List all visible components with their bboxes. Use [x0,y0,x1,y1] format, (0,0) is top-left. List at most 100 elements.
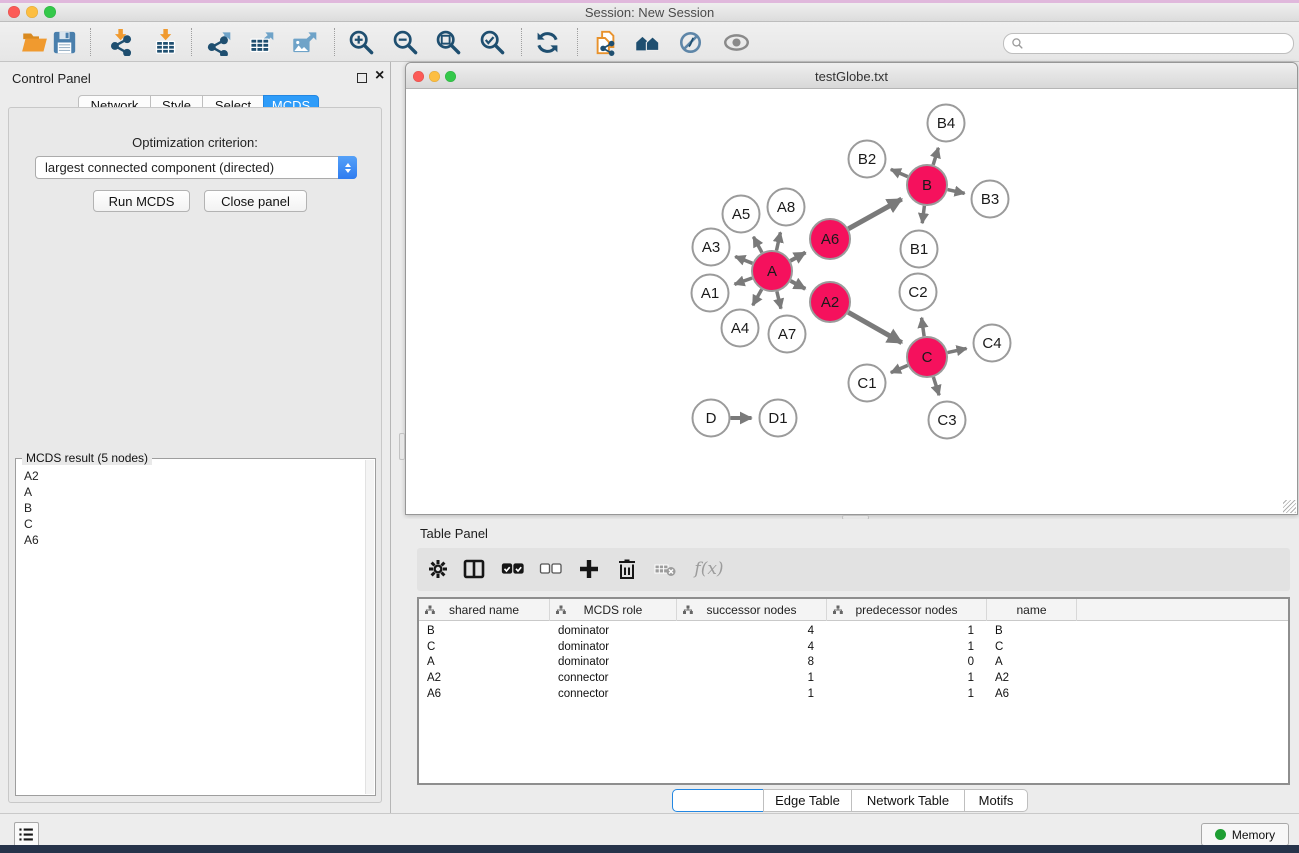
graph-node-A7[interactable]: A7 [769,316,806,353]
column-header-shared-name[interactable]: shared name [419,599,550,621]
graph-edge-A-A2[interactable] [791,281,806,289]
graph-edge-C-C3[interactable] [933,377,939,395]
graph-edge-A-A4[interactable] [753,289,762,305]
apply-layout-button[interactable] [531,26,563,58]
app-titlebar[interactable]: Session: New Session [0,3,1299,22]
import-table-button[interactable] [149,26,181,58]
graph-edge-A-A6[interactable] [790,253,805,261]
graph-node-B3[interactable]: B3 [972,181,1009,218]
run-mcds-button[interactable]: Run MCDS [93,190,190,212]
graph-node-A4[interactable]: A4 [722,310,759,347]
network-canvas[interactable]: B4 B2 B B3 A8A5 A6 A3 B1 A C2 A1 A2 A4 A7 C4 C C1 D D1 C3 [406,89,1297,514]
mcds-result-item[interactable]: B [24,501,365,517]
tab-node-table[interactable]: Node Table [672,789,764,812]
graph-node-A2[interactable]: A2 [810,282,850,322]
graph-node-A8[interactable]: A8 [768,189,805,226]
graph-node-D1[interactable]: D1 [760,400,797,437]
task-history-button[interactable] [14,822,39,847]
export-image-button[interactable] [288,26,320,58]
zoom-selected-button[interactable] [476,26,508,58]
close-panel-icon[interactable]: × [375,71,384,81]
column-header-name[interactable]: name [987,599,1077,621]
graph-edge-C-C2[interactable] [922,318,925,336]
scrollbar-track[interactable] [365,460,374,794]
column-header-MCDS-role[interactable]: MCDS role [550,599,677,621]
hide-selected-button[interactable] [674,26,706,58]
mcds-result-item[interactable]: A6 [24,533,365,549]
tab-network-table[interactable]: Network Table [851,789,965,812]
table-cell: connector [550,687,677,703]
svg-text:C4: C4 [982,335,1001,352]
graph-node-B2[interactable]: B2 [849,141,886,178]
zoom-in-button[interactable] [345,26,377,58]
graph-edge-A-A3[interactable] [735,257,752,264]
graph-node-B4[interactable]: B4 [928,105,965,142]
duplicate-network-button[interactable] [589,26,621,58]
table-row[interactable]: Bdominator41B [419,624,1288,640]
zoom-out-button[interactable] [389,26,421,58]
table-settings-button[interactable] [424,555,452,583]
graph-edge-C-C1[interactable] [891,365,908,372]
panel-splitter-handle[interactable] [399,433,405,460]
show-all-button[interactable] [720,26,752,58]
graph-edge-A6-B[interactable] [848,199,901,229]
graph-node-C2[interactable]: C2 [900,274,937,311]
close-panel-button[interactable]: Close panel [204,190,307,212]
graph-node-C3[interactable]: C3 [929,402,966,439]
select-all-columns-button[interactable] [499,555,527,583]
graph-node-A6[interactable]: A6 [810,219,850,259]
first-neighbors-button[interactable] [631,26,663,58]
graph-node-B1[interactable]: B1 [901,231,938,268]
graph-node-B[interactable]: B [907,165,947,205]
toolbar-separator [577,28,578,56]
tab-motifs[interactable]: Motifs [964,789,1028,812]
graph-edge-A-A8[interactable] [776,232,780,250]
graph-edge-A2-C[interactable] [848,312,902,342]
export-table-button[interactable] [245,26,277,58]
graph-node-D[interactable]: D [693,400,730,437]
table-row[interactable]: Adominator80A [419,655,1288,671]
zoom-fit-button[interactable] [432,26,464,58]
table-row[interactable]: A2connector11A2 [419,671,1288,687]
mcds-result-list[interactable]: A2ABCA6 [17,463,365,794]
column-header-successor-nodes[interactable]: successor nodes [677,599,827,621]
graph-node-A[interactable]: A [752,251,792,291]
table-cell: 8 [677,655,827,671]
graph-edge-B-B3[interactable] [947,190,964,194]
graph-node-C4[interactable]: C4 [974,325,1011,362]
mcds-result-item[interactable]: C [24,517,365,533]
import-network-button[interactable] [104,26,136,58]
graph-edge-C-C4[interactable] [948,348,967,352]
add-column-button[interactable] [575,555,603,583]
tab-edge-table[interactable]: Edge Table [763,789,852,812]
graph-edge-A-A7[interactable] [777,291,781,308]
resize-grip-icon[interactable] [1283,500,1296,513]
table-row[interactable]: Cdominator41C [419,640,1288,656]
delete-column-button[interactable] [613,555,641,583]
mcds-result-item[interactable]: A2 [24,469,365,485]
deselect-all-columns-button[interactable] [537,555,565,583]
save-session-button[interactable] [48,26,80,58]
table-row[interactable]: A6connector11A6 [419,687,1288,703]
graph-edge-A-A5[interactable] [753,237,762,253]
mcds-result-item[interactable]: A [24,485,365,501]
split-view-button[interactable] [460,555,488,583]
optimization-criterion-select[interactable]: largest connected component (directed) [35,156,357,179]
graph-edge-B-B2[interactable] [891,169,908,176]
graph-edge-A-A1[interactable] [735,278,753,284]
export-network-button[interactable] [202,26,234,58]
memory-button[interactable]: Memory [1201,823,1289,846]
graph-edge-B-B1[interactable] [922,206,924,223]
open-session-button[interactable] [18,26,50,58]
search-input[interactable] [1003,33,1294,54]
graph-edge-B-B4[interactable] [933,148,938,165]
graph-node-C1[interactable]: C1 [849,365,886,402]
graph-node-A1[interactable]: A1 [692,275,729,312]
graph-node-A5[interactable]: A5 [723,196,760,233]
graph-node-A3[interactable]: A3 [693,229,730,266]
graph-node-C[interactable]: C [907,337,947,377]
column-header-predecessor-nodes[interactable]: predecessor nodes [827,599,987,621]
application-window: Session: New Session Control Panel × Net… [0,0,1299,853]
float-panel-icon[interactable] [357,73,367,83]
network-window-titlebar[interactable]: testGlobe.txt [406,63,1297,89]
